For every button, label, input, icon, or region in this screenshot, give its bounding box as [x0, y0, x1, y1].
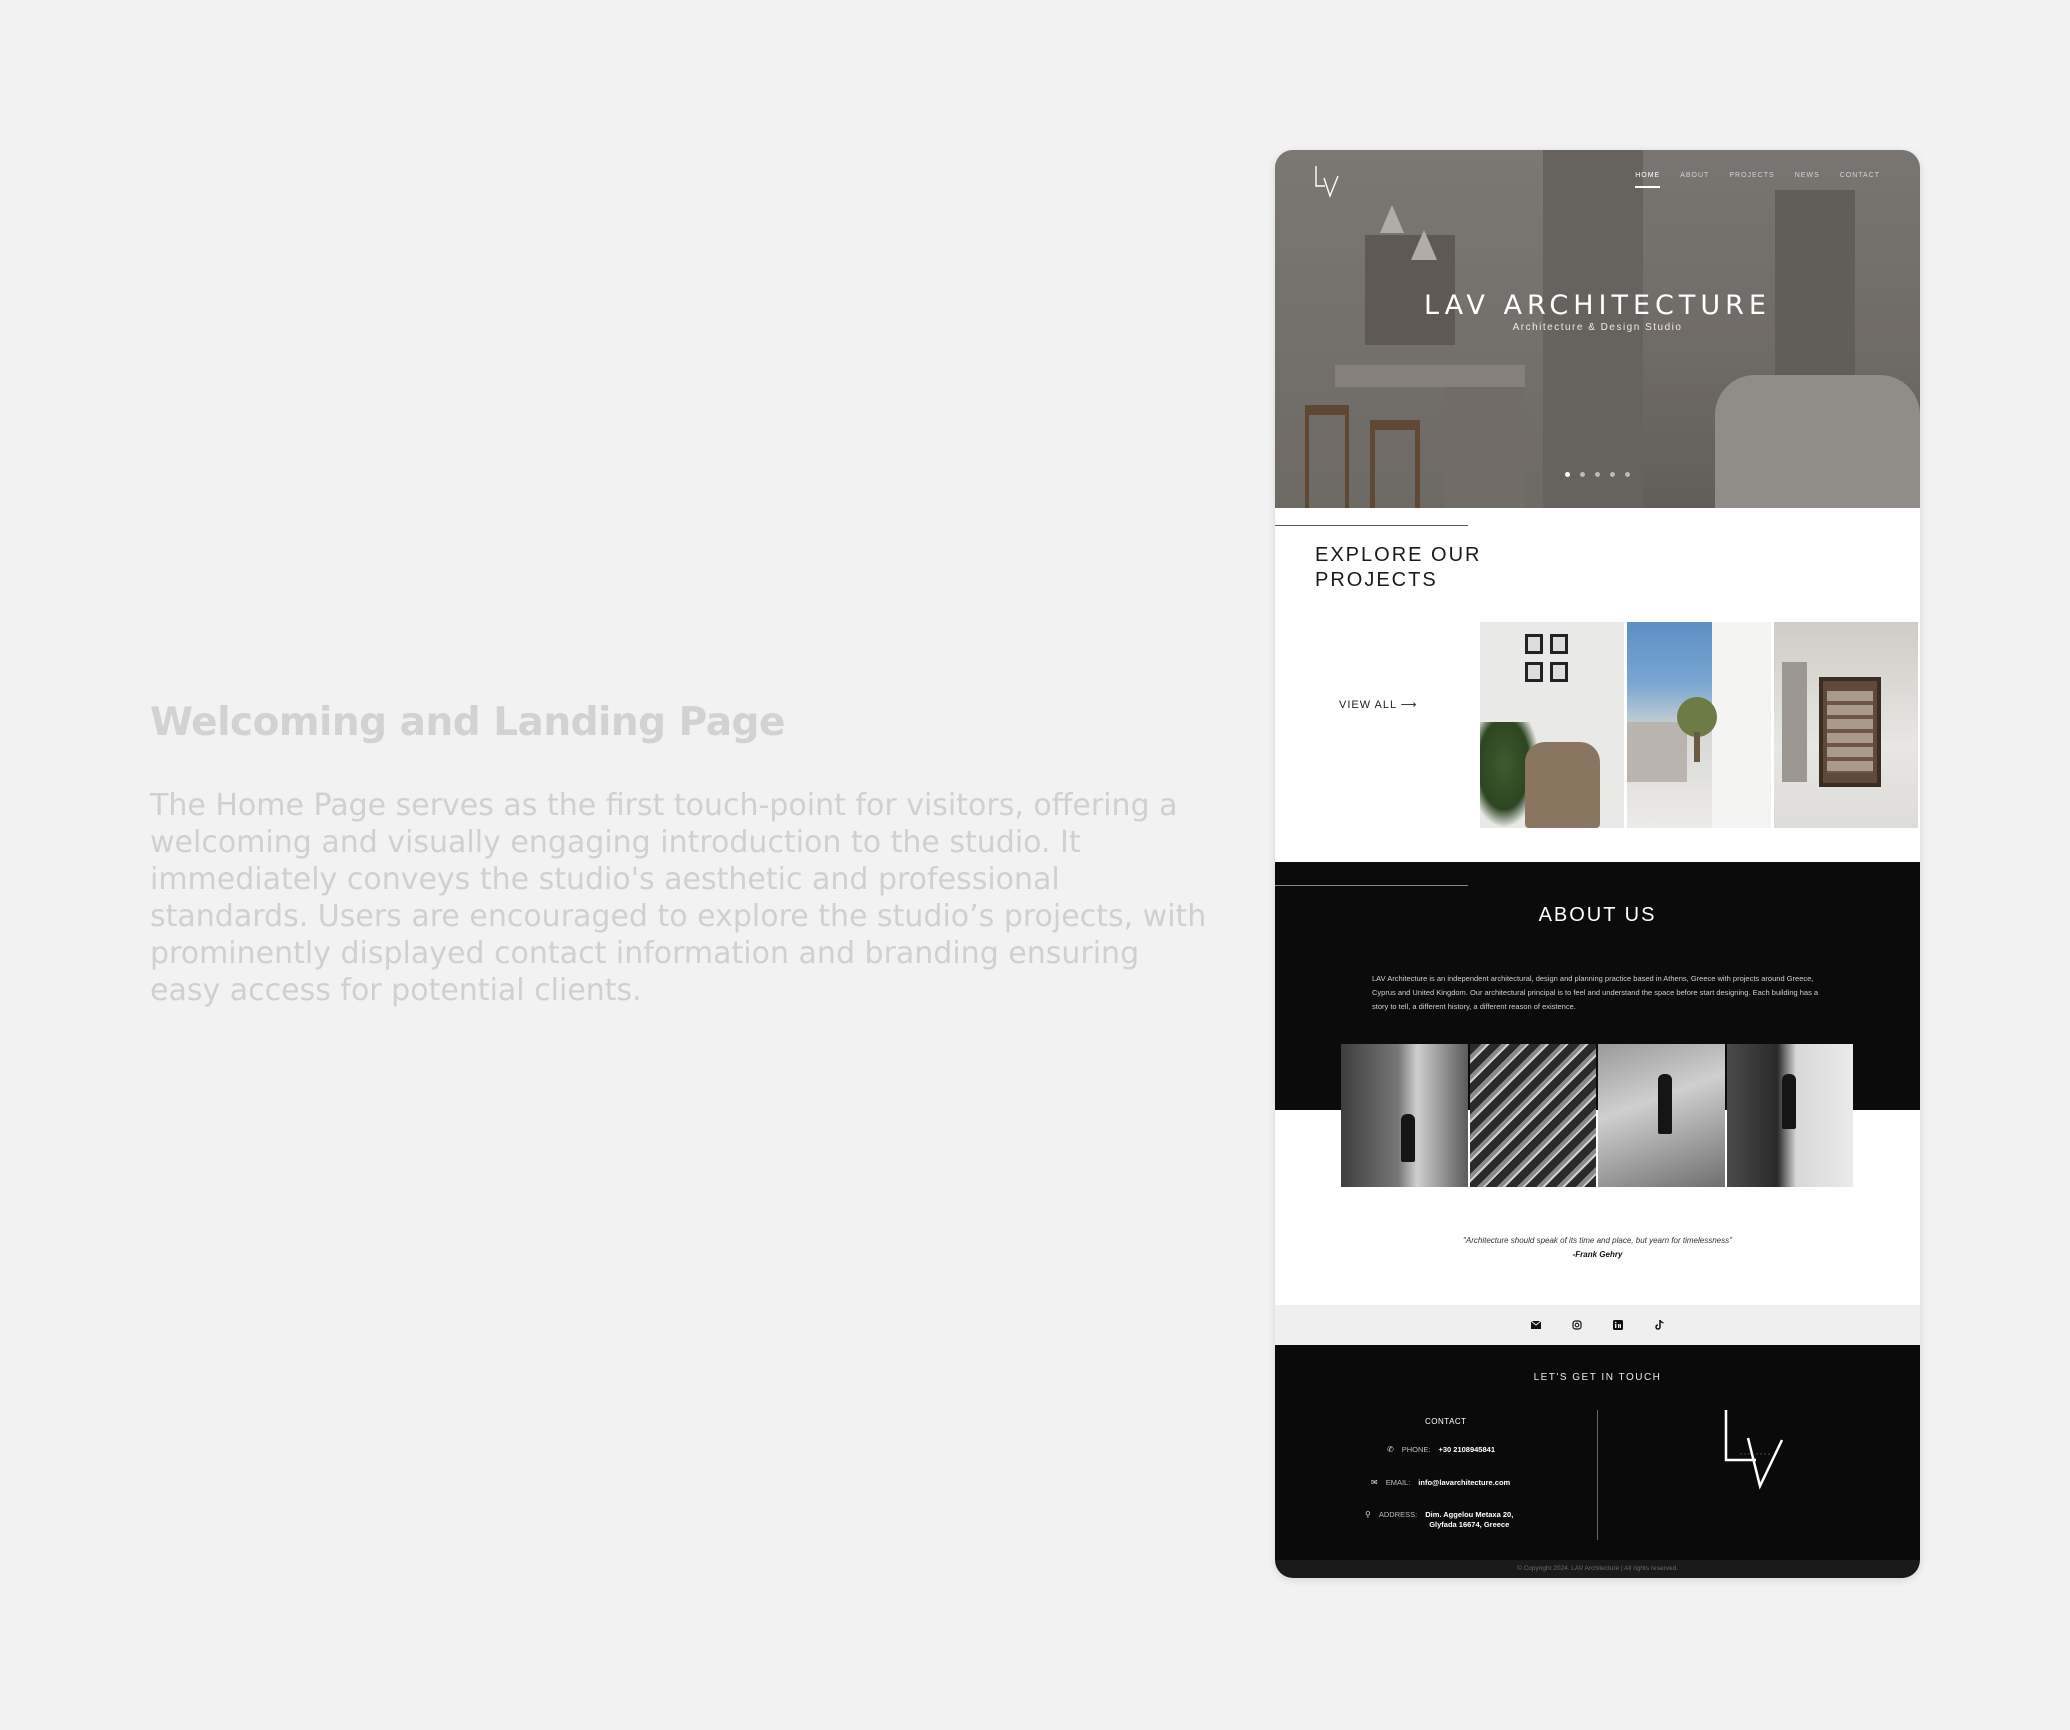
about-photo: [1469, 1044, 1596, 1187]
hero-section: HOME ABOUT PROJECTS NEWS CONTACT LAV ARC…: [1275, 150, 1920, 508]
website-mockup: HOME ABOUT PROJECTS NEWS CONTACT LAV ARC…: [1275, 150, 1920, 1578]
nav-news[interactable]: NEWS: [1795, 172, 1820, 179]
view-all-link[interactable]: VIEW ALL ⟶: [1339, 698, 1418, 711]
phone-label: PHONE:: [1401, 1445, 1431, 1454]
footer-divider: [1597, 1410, 1598, 1540]
slider-dots: [1565, 472, 1630, 477]
hero-subtitle: Architecture & Design Studio: [1512, 322, 1683, 333]
slider-dot-3[interactable]: [1595, 472, 1600, 477]
hero-title: LAV ARCHITECTURE: [1424, 290, 1771, 321]
slider-dot-4[interactable]: [1610, 472, 1615, 477]
project-thumbnail[interactable]: [1480, 622, 1624, 828]
email-label: EMAIL:: [1385, 1478, 1411, 1487]
phone-icon: ✆: [1387, 1445, 1394, 1454]
slider-dot-5[interactable]: [1625, 472, 1630, 477]
nav-contact[interactable]: CONTACT: [1840, 172, 1880, 179]
nav-projects[interactable]: PROJECTS: [1729, 172, 1774, 179]
address-line-1: Dim. Aggelou Metaxa 20,: [1425, 1510, 1514, 1519]
page-description: The Home Page serves as the first touch-…: [150, 788, 1207, 1008]
email-icon: ✉: [1371, 1478, 1378, 1487]
description-panel: Welcoming and Landing Page The Home Page…: [150, 700, 1210, 1009]
footer: LET'S GET IN TOUCH CONTACT ✆ PHONE: +30 …: [1275, 1345, 1920, 1560]
address-label: ADDRESS:: [1378, 1510, 1418, 1519]
location-pin-icon: ⚲: [1365, 1510, 1371, 1519]
about-photo: [1598, 1044, 1725, 1187]
nav-about[interactable]: ABOUT: [1680, 172, 1709, 179]
linkedin-icon[interactable]: [1613, 1320, 1624, 1331]
lav-logo-large-icon[interactable]: [1720, 1408, 1790, 1490]
about-photo-strip: [1341, 1044, 1853, 1187]
slider-dot-1[interactable]: [1565, 472, 1570, 477]
get-in-touch-heading: LET'S GET IN TOUCH: [1533, 1372, 1662, 1383]
slider-dot-2[interactable]: [1580, 472, 1585, 477]
copyright-text: © Copyright 2024. LAV Architecture | All…: [1275, 1560, 1920, 1578]
explore-title: EXPLORE OUR PROJECTS: [1315, 544, 1482, 591]
project-thumbnail[interactable]: [1627, 622, 1771, 828]
about-text: LAV Architecture is an independent archi…: [1372, 974, 1819, 1011]
tiktok-icon[interactable]: [1654, 1320, 1665, 1331]
quote-text: "Architecture should speak of its time a…: [1463, 1236, 1732, 1245]
email-value[interactable]: info@lavarchitecture.com: [1418, 1478, 1510, 1487]
address-row: ⚲ ADDRESS: Dim. Aggelou Metaxa 20, Glyfa…: [1365, 1510, 1513, 1530]
nav-home[interactable]: HOME: [1635, 172, 1661, 188]
main-nav: HOME ABOUT PROJECTS NEWS CONTACT: [1635, 172, 1880, 188]
phone-row: ✆ PHONE: +30 2108945841: [1387, 1445, 1495, 1454]
section-divider: [1275, 885, 1468, 886]
social-bar: [1275, 1305, 1920, 1345]
section-divider: [1275, 525, 1468, 526]
address-line-2: Glyfada 16674, Greece: [1429, 1520, 1510, 1529]
instagram-icon[interactable]: [1572, 1320, 1583, 1331]
lav-logo-icon[interactable]: [1313, 164, 1341, 198]
project-thumbnail[interactable]: [1774, 622, 1918, 828]
page-heading: Welcoming and Landing Page: [150, 700, 785, 745]
about-photo: [1341, 1044, 1468, 1187]
email-row: ✉ EMAIL: info@lavarchitecture.com: [1371, 1478, 1510, 1487]
about-photo: [1726, 1044, 1853, 1187]
quote-author: -Frank Gehry: [1572, 1250, 1623, 1259]
email-icon[interactable]: [1531, 1320, 1542, 1331]
contact-heading: CONTACT: [1425, 1417, 1467, 1426]
about-title: ABOUT US: [1538, 904, 1657, 926]
phone-value[interactable]: +30 2108945841: [1438, 1445, 1495, 1454]
